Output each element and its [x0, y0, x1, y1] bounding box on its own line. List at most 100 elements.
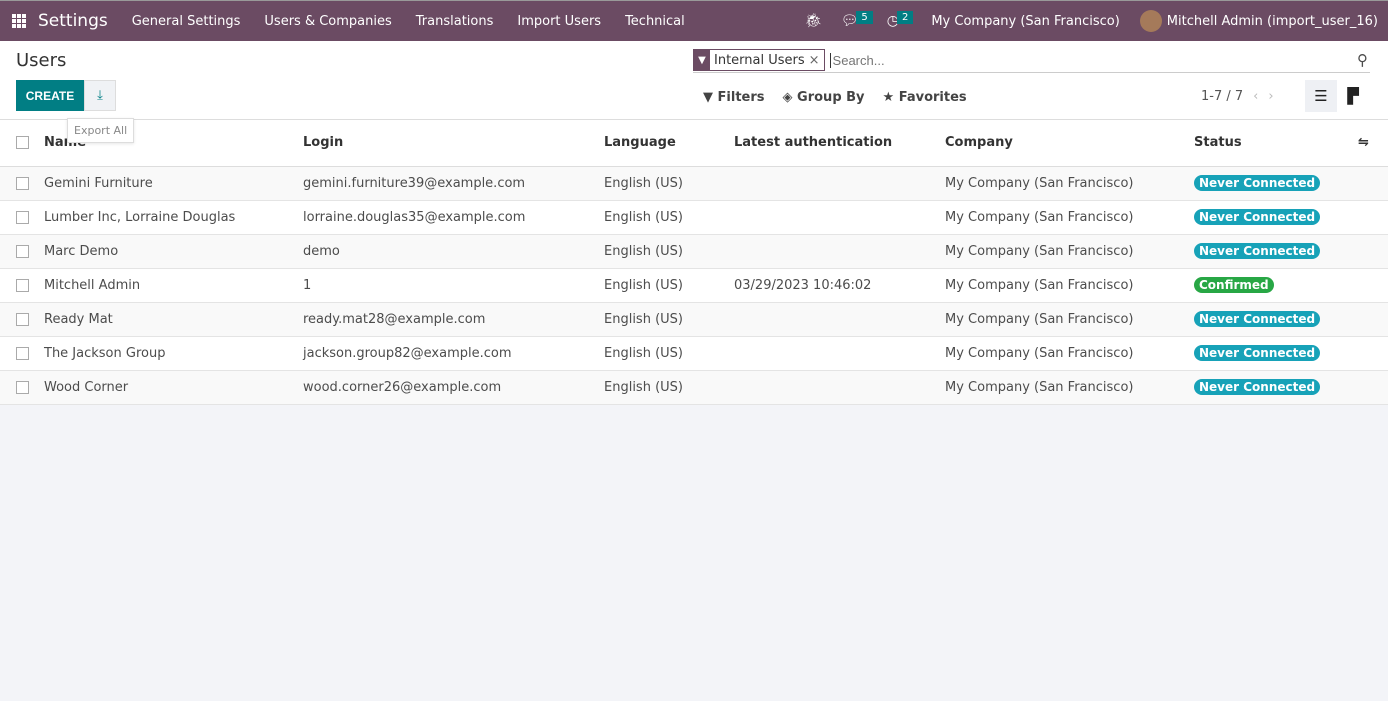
search-icon[interactable]: ⚲: [1357, 51, 1368, 69]
menu-technical[interactable]: Technical: [625, 14, 685, 29]
cell-latest-auth: [734, 200, 945, 235]
group-by-button[interactable]: ◈ Group By: [783, 90, 865, 105]
top-navbar: Settings General Settings Users & Compan…: [0, 0, 1388, 41]
table-row[interactable]: Marc Demo demo English (US) My Company (…: [0, 234, 1388, 269]
cell-login: gemini.furniture39@example.com: [303, 166, 604, 201]
debug-bug-icon[interactable]: 🐞︎: [805, 13, 823, 29]
apps-menu-icon[interactable]: [12, 14, 26, 28]
cell-company: My Company (San Francisco): [945, 370, 1194, 405]
activities-button[interactable]: ◷ 2: [887, 11, 914, 29]
menu-import-users[interactable]: Import Users: [517, 14, 601, 29]
company-switcher[interactable]: My Company (San Francisco): [931, 14, 1119, 29]
status-badge: Never Connected: [1194, 174, 1321, 191]
facet-label: Internal Users: [714, 52, 805, 68]
cell-latest-auth: [734, 336, 945, 371]
favorites-button[interactable]: ★ Favorites: [883, 90, 967, 105]
users-table: Name Login Language Latest authenticatio…: [0, 120, 1388, 405]
cell-company: My Company (San Francisco): [945, 336, 1194, 371]
avatar[interactable]: [1139, 10, 1162, 32]
table-row[interactable]: Mitchell Admin 1 English (US) 03/29/2023…: [0, 268, 1388, 303]
search-bar: ▼ Internal Users × ⚲: [693, 48, 1370, 73]
optional-columns-icon[interactable]: ⇋: [1358, 135, 1369, 150]
cell-login: jackson.group82@example.com: [303, 336, 604, 371]
create-button[interactable]: CREATE: [16, 80, 84, 111]
page-title: Users: [16, 50, 67, 71]
row-checkbox[interactable]: [16, 380, 29, 394]
filters-label: Filters: [717, 90, 765, 105]
layers-icon: ◈: [782, 90, 793, 105]
cell-name: The Jackson Group: [44, 336, 303, 371]
select-all-checkbox[interactable]: [16, 136, 29, 150]
status-badge: Never Connected: [1194, 208, 1321, 225]
cell-latest-auth: 03/29/2023 10:46:02: [734, 268, 945, 303]
table-row[interactable]: The Jackson Group jackson.group82@exampl…: [0, 336, 1388, 371]
status-badge: Never Connected: [1194, 344, 1321, 361]
activities-count: 2: [896, 11, 914, 24]
row-checkbox[interactable]: [16, 346, 29, 360]
cell-language: English (US): [604, 234, 734, 269]
list-view-button[interactable]: ☰: [1305, 80, 1337, 112]
header-company[interactable]: Company: [945, 120, 1194, 167]
export-tooltip: Export All: [67, 118, 135, 143]
chevron-left-icon[interactable]: ‹: [1253, 89, 1258, 104]
cell-name: Mitchell Admin: [44, 268, 303, 303]
row-checkbox[interactable]: [16, 210, 29, 224]
messages-count: 5: [856, 11, 873, 24]
row-checkbox[interactable]: [16, 176, 29, 190]
remove-facet-icon[interactable]: ×: [809, 53, 824, 68]
status-badge: Confirmed: [1194, 276, 1274, 293]
table-row[interactable]: Ready Mat ready.mat28@example.com Englis…: [0, 302, 1388, 337]
cell-login: ready.mat28@example.com: [303, 302, 604, 337]
cell-name: Marc Demo: [44, 234, 303, 269]
cell-language: English (US): [604, 370, 734, 405]
menu-general-settings[interactable]: General Settings: [132, 14, 241, 29]
filter-icon: ▼: [694, 50, 710, 70]
list-icon: ☰: [1314, 87, 1328, 105]
table-row[interactable]: Gemini Furniture gemini.furniture39@exam…: [0, 166, 1388, 201]
cell-language: English (US): [604, 302, 734, 337]
filter-icon: ▼: [703, 90, 713, 105]
cell-latest-auth: [734, 234, 945, 269]
download-icon: ⤓: [97, 88, 103, 103]
cell-company: My Company (San Francisco): [945, 268, 1194, 303]
export-all-button[interactable]: ⤓: [84, 80, 116, 111]
header-login[interactable]: Login: [303, 120, 604, 167]
status-badge: Never Connected: [1194, 378, 1321, 395]
status-badge: Never Connected: [1194, 310, 1321, 327]
cell-company: My Company (San Francisco): [945, 302, 1194, 337]
cell-latest-auth: [734, 166, 945, 201]
cell-latest-auth: [734, 370, 945, 405]
row-checkbox[interactable]: [16, 312, 29, 326]
kanban-view-button[interactable]: ▛: [1337, 80, 1369, 112]
search-input[interactable]: [829, 52, 1357, 68]
cell-login: wood.corner26@example.com: [303, 370, 604, 405]
app-brand[interactable]: Settings: [38, 11, 108, 31]
row-checkbox[interactable]: [16, 244, 29, 258]
table-row[interactable]: Lumber Inc, Lorraine Douglas lorraine.do…: [0, 200, 1388, 235]
cell-login: demo: [303, 234, 604, 269]
menu-translations[interactable]: Translations: [416, 14, 494, 29]
header-language[interactable]: Language: [604, 120, 734, 167]
cell-language: English (US): [604, 336, 734, 371]
filters-button[interactable]: ▼ Filters: [703, 90, 765, 105]
status-badge: Never Connected: [1194, 242, 1321, 259]
chevron-right-icon[interactable]: ›: [1268, 89, 1273, 104]
cell-company: My Company (San Francisco): [945, 234, 1194, 269]
filter-facet: ▼ Internal Users ×: [693, 49, 825, 71]
user-menu[interactable]: Mitchell Admin (import_user_16): [1167, 14, 1378, 29]
pager-value[interactable]: 1-7 / 7: [1201, 89, 1243, 104]
header-latest-auth[interactable]: Latest authentication: [734, 120, 945, 167]
cell-company: My Company (San Francisco): [945, 200, 1194, 235]
control-panel: Users CREATE ⤓ ▼ Internal Users × ⚲ ▼ Fi…: [0, 41, 1388, 120]
star-icon: ★: [882, 90, 895, 105]
header-status[interactable]: Status: [1194, 120, 1358, 167]
cell-language: English (US): [604, 200, 734, 235]
table-row[interactable]: Wood Corner wood.corner26@example.com En…: [0, 370, 1388, 405]
cell-name: Wood Corner: [44, 370, 303, 405]
messages-button[interactable]: 💬︎ 5: [841, 11, 873, 29]
menu-users-companies[interactable]: Users & Companies: [264, 14, 391, 29]
cell-name: Gemini Furniture: [44, 166, 303, 201]
row-checkbox[interactable]: [16, 278, 29, 292]
group-by-label: Group By: [797, 90, 865, 105]
cell-login: lorraine.douglas35@example.com: [303, 200, 604, 235]
